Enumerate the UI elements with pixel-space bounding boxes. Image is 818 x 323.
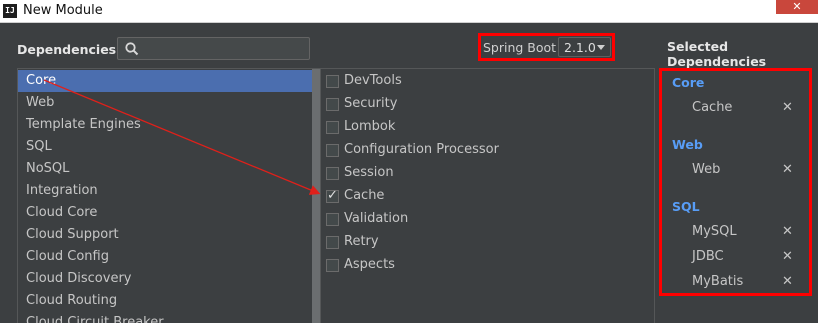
selected-group-web: Web [672,137,703,152]
search-box[interactable] [117,37,310,60]
dependency-label: DevTools [344,73,402,88]
category-scrollbar[interactable] [312,69,320,323]
spring-boot-version-select[interactable]: 2.1.0 [558,37,611,57]
spring-boot-version-area: Spring Boot 2.1.0 [478,33,615,61]
window-title: New Module [23,3,103,18]
remove-icon[interactable]: ✕ [782,249,793,264]
category-item-cloud-routing[interactable]: Cloud Routing [18,290,312,312]
dependency-label: Aspects [344,257,395,272]
search-icon [125,42,139,56]
category-item-sql[interactable]: SQL [18,136,312,158]
dependency-label: Security [344,96,398,111]
dependency-label: Retry [344,234,379,249]
checkbox[interactable] [326,167,339,180]
category-item-web[interactable]: Web [18,92,312,114]
window-close-button[interactable]: ✕ [776,0,818,14]
checkbox[interactable]: ✓ [326,188,339,203]
selected-item-web: Web [692,162,721,177]
selected-item-mybatis: MyBatis [692,274,744,289]
category-item-cloud-circuit-breaker[interactable]: Cloud Circuit Breaker [18,312,312,323]
category-list: Core Web Template Engines SQL NoSQL Inte… [17,68,321,323]
category-item-cloud-support[interactable]: Cloud Support [18,224,312,246]
selected-group-core: Core [672,75,705,90]
checkbox[interactable] [326,121,339,134]
checkbox[interactable] [326,98,339,111]
remove-icon[interactable]: ✕ [782,274,793,289]
checkbox[interactable] [326,144,339,157]
dependency-label: Session [344,165,394,180]
category-item-integration[interactable]: Integration [18,180,312,202]
dependency-checklist: DevTools Security Lombok Configuration P… [321,68,655,323]
checkbox[interactable] [326,236,339,249]
checkbox[interactable] [326,259,339,272]
dependency-label: Cache [344,188,385,203]
spring-boot-label: Spring Boot [483,40,557,55]
selected-item-mysql: MySQL [692,224,737,239]
dependency-label: Configuration Processor [344,142,499,157]
spring-boot-version-value: 2.1.0 [564,40,596,55]
selected-item-cache: Cache [692,100,733,115]
selected-dependencies-panel: Core Cache ✕ Web Web ✕ SQL MySQL ✕ JDBC … [659,68,812,296]
dependency-label: Lombok [344,119,396,134]
remove-icon[interactable]: ✕ [782,162,793,177]
selected-item-jdbc: JDBC [692,249,724,264]
category-item-cloud-core[interactable]: Cloud Core [18,202,312,224]
search-input[interactable] [144,39,308,60]
title-bar: IJ New Module ✕ [0,0,818,23]
dependency-label: Validation [344,211,409,226]
category-item-template-engines[interactable]: Template Engines [18,114,312,136]
category-item-nosql[interactable]: NoSQL [18,158,312,180]
checkbox[interactable] [326,213,339,226]
chevron-down-icon [597,45,605,50]
remove-icon[interactable]: ✕ [782,224,793,239]
category-item-core[interactable]: Core [18,70,312,92]
intellij-logo-icon: IJ [3,4,17,18]
category-item-cloud-discovery[interactable]: Cloud Discovery [18,268,312,290]
category-item-cloud-config[interactable]: Cloud Config [18,246,312,268]
selected-dependencies-title: Selected Dependencies [667,39,767,69]
dependencies-label: Dependencies [17,42,117,57]
check-icon: ✓ [327,188,338,203]
checkbox[interactable] [326,75,339,88]
selected-group-sql: SQL [672,199,700,214]
remove-icon[interactable]: ✕ [782,100,793,115]
